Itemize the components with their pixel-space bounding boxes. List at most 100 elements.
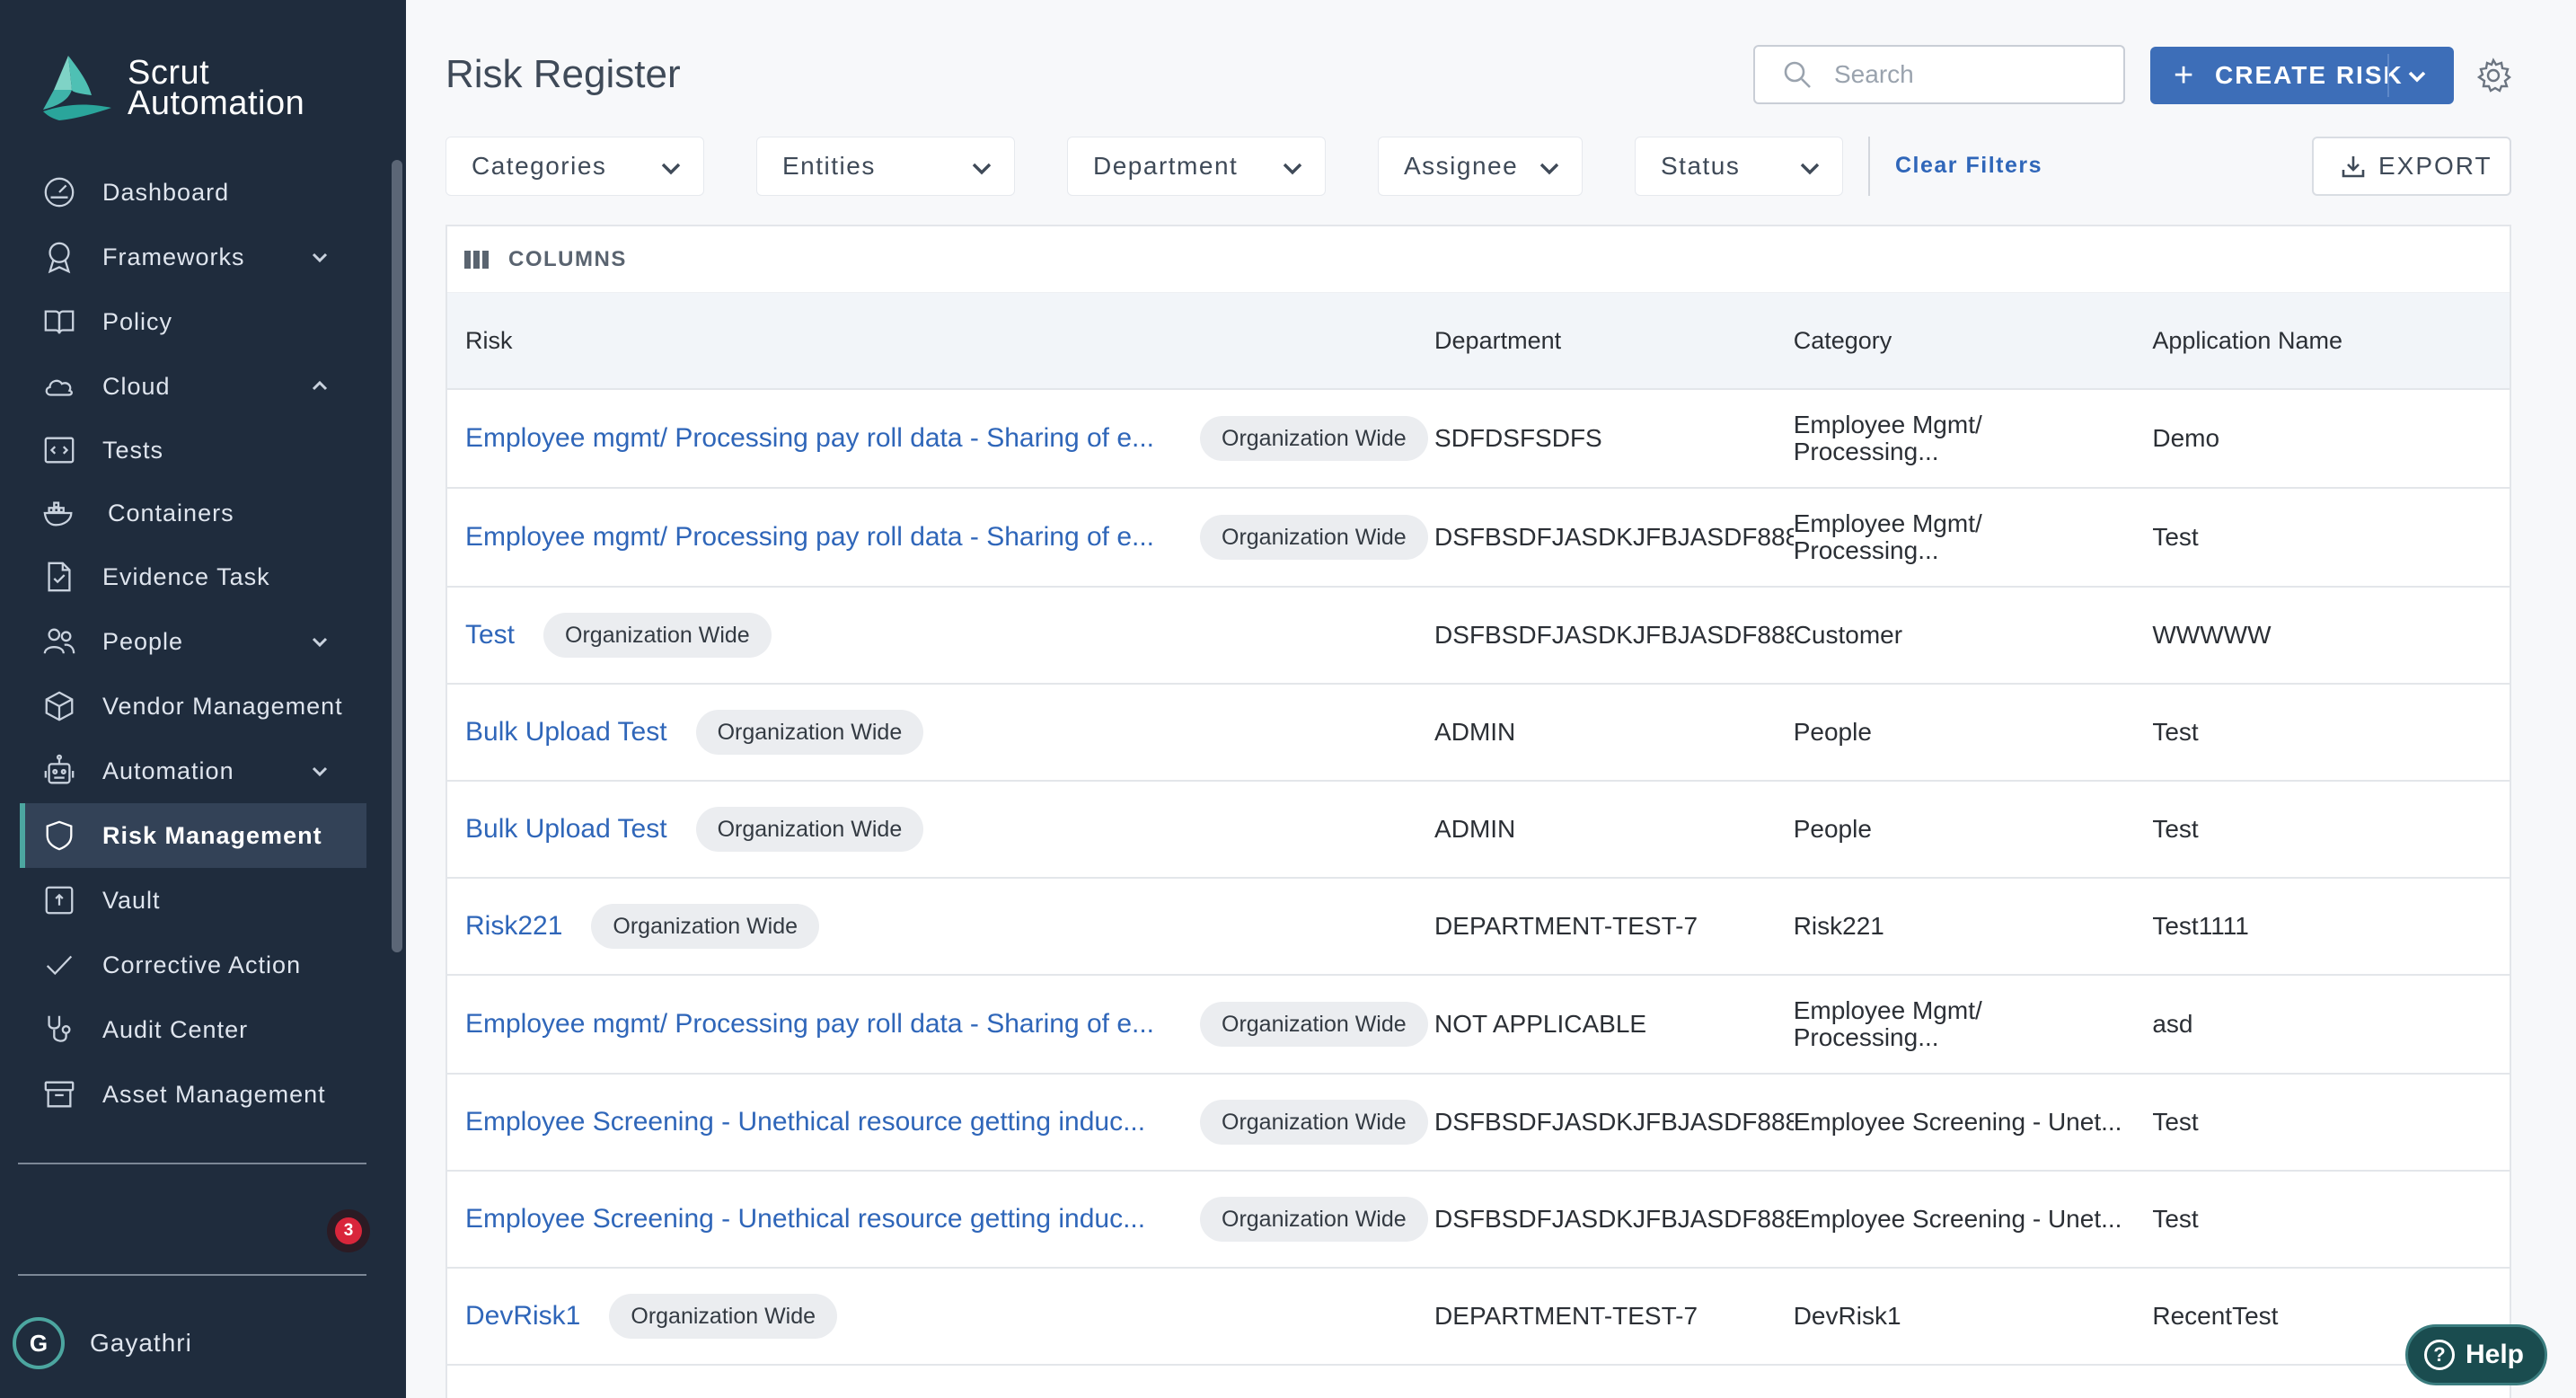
sidebar-item-vendor-management[interactable]: Vendor Management <box>20 674 366 739</box>
chevron-up-icon[interactable] <box>309 376 331 397</box>
sidebar-item-tests[interactable]: Tests <box>20 419 366 482</box>
user-profile[interactable]: G Gayathri <box>13 1317 192 1369</box>
docker-whale-icon <box>41 495 77 531</box>
filter-status[interactable]: Status <box>1635 137 1843 196</box>
sidebar-item-label: Automation <box>102 757 234 784</box>
document-check-icon <box>41 559 77 595</box>
cloud-icon <box>41 368 77 404</box>
avatar: G <box>13 1317 65 1369</box>
sidebar-item-evidence-task[interactable]: Evidence Task <box>20 544 366 609</box>
application-cell: Test <box>2152 1108 2199 1136</box>
risk-link[interactable]: Risk221 <box>465 911 562 942</box>
brand-line2: Automation <box>128 84 305 122</box>
sidebar-item-audit-center[interactable]: Audit Center <box>20 997 366 1062</box>
application-cell: asd <box>2152 1010 2193 1038</box>
sidebar-item-cloud[interactable]: Cloud <box>20 354 366 419</box>
category-cell: Employee Screening - Unet... <box>1793 1109 2122 1136</box>
table-row[interactable]: Risk221 Organization Wide DEPARTMENT-TEST… <box>447 879 2510 976</box>
application-cell: Test1111 <box>2152 912 2249 940</box>
search-box[interactable] <box>1753 45 2125 104</box>
chevron-down-icon[interactable] <box>2405 65 2429 88</box>
sidebar-item-label: Risk Management <box>102 821 322 849</box>
sidebar-item-label: Tests <box>102 436 164 464</box>
sidebar-divider <box>18 1163 366 1164</box>
clear-filters-link[interactable]: Clear Filters <box>1895 153 2042 179</box>
dashboard-gauge-icon <box>41 174 77 210</box>
sidebar-item-vault[interactable]: Vault <box>20 868 366 933</box>
column-header-department[interactable]: Department <box>1434 327 1794 355</box>
create-risk-button[interactable]: + CREATE RISK <box>2150 47 2454 104</box>
risk-link[interactable]: Employee mgmt/ Processing pay roll data … <box>465 1009 1169 1040</box>
risk-link[interactable]: DevRisk1 <box>465 1301 580 1332</box>
robot-icon <box>41 753 77 789</box>
category-cell: Customer <box>1793 622 1903 649</box>
sidebar-item-automation[interactable]: Automation <box>20 739 366 803</box>
question-icon: ? <box>2424 1340 2455 1370</box>
columns-toggle[interactable]: COLUMNS <box>447 226 2510 293</box>
column-header-category[interactable]: Category <box>1794 327 2153 354</box>
chevron-down-icon[interactable] <box>309 631 331 652</box>
gear-icon[interactable] <box>2475 58 2511 93</box>
sidebar-item-containers[interactable]: Containers <box>20 482 366 544</box>
sidebar-item-label: Asset Management <box>102 1080 326 1108</box>
help-button[interactable]: ? Help <box>2405 1324 2547 1385</box>
table-row[interactable]: Employee Screening - Unethical resource … <box>447 1172 2510 1269</box>
chevron-down-icon[interactable] <box>309 246 331 268</box>
sidebar-scrollbar[interactable] <box>392 160 402 952</box>
table-row[interactable]: DevRisk1 Organization Wide DEPARTMENT-TES… <box>447 1269 2510 1366</box>
vault-icon <box>41 882 77 918</box>
risk-link[interactable]: Employee mgmt/ Processing pay roll data … <box>465 522 1169 553</box>
search-icon <box>1784 61 1811 88</box>
book-icon <box>41 304 77 340</box>
export-button[interactable]: EXPORT <box>2312 137 2511 196</box>
filter-department[interactable]: Department <box>1067 137 1326 196</box>
sidebar-item-dashboard[interactable]: Dashboard <box>20 160 366 225</box>
export-label: EXPORT <box>2378 152 2492 180</box>
sidebar-item-corrective-action[interactable]: Corrective Action <box>20 933 366 997</box>
sidebar-item-label: People <box>102 627 184 655</box>
brand-logo[interactable]: Scrut Automation <box>41 54 304 122</box>
table-row[interactable]: Test Organization Wide DSFBSDFJASDKJFBJAS… <box>447 588 2510 685</box>
notification-count: 3 <box>335 1217 362 1244</box>
notification-badge[interactable]: 3 <box>327 1209 370 1252</box>
sidebar-nav: Dashboard Frameworks Policy Cloud Tests … <box>20 160 366 1127</box>
table-row[interactable]: Bulk Upload Test Organization Wide ADMIN … <box>447 685 2510 782</box>
page-title: Risk Register <box>446 52 681 96</box>
sidebar-item-label: Containers <box>108 499 234 526</box>
shield-icon <box>41 818 77 854</box>
column-header-application-name[interactable]: Application Name <box>2152 327 2510 355</box>
sidebar-item-policy[interactable]: Policy <box>20 289 366 354</box>
application-cell: Demo <box>2152 424 2220 452</box>
sidebar-item-asset-management[interactable]: Asset Management <box>20 1062 366 1127</box>
filter-categories[interactable]: Categories <box>446 137 704 196</box>
column-header-risk[interactable]: Risk <box>447 327 1434 355</box>
filter-divider <box>1868 137 1870 196</box>
risk-link[interactable]: Employee Screening - Unethical resource … <box>465 1204 1169 1234</box>
scope-chip: Organization Wide <box>695 807 924 852</box>
sidebar-item-label: Audit Center <box>102 1015 249 1043</box>
sidebar-item-people[interactable]: People <box>20 609 366 674</box>
filter-label: Status <box>1661 152 1741 180</box>
filter-assignee[interactable]: Assignee <box>1378 137 1583 196</box>
chevron-down-icon <box>969 155 994 181</box>
sidebar-item-frameworks[interactable]: Frameworks <box>20 225 366 289</box>
table-row[interactable]: Employee mgmt/ Processing pay roll data … <box>447 976 2510 1075</box>
risk-link[interactable]: Employee Screening - Unethical resource … <box>465 1107 1169 1137</box>
risk-link[interactable]: Bulk Upload Test <box>465 814 667 845</box>
risk-link[interactable]: Bulk Upload Test <box>465 717 667 748</box>
table-row[interactable]: Bulk Upload Test Organization Wide ADMIN … <box>447 782 2510 879</box>
table-row[interactable]: Employee Screening - Unethical resource … <box>447 1075 2510 1172</box>
sidebar-item-label: Cloud <box>102 372 171 400</box>
sidebar-item-risk-management[interactable]: Risk Management <box>20 803 366 868</box>
table-row[interactable]: Employee mgmt/ Processing pay roll data … <box>447 390 2510 489</box>
application-cell: Test <box>2152 815 2199 843</box>
risk-link[interactable]: Employee mgmt/ Processing pay roll data … <box>465 423 1169 454</box>
sidebar-item-label: Corrective Action <box>102 951 302 978</box>
risk-link[interactable]: Test <box>465 620 515 650</box>
chevron-down-icon[interactable] <box>309 760 331 782</box>
department-cell: ADMIN <box>1434 815 1516 843</box>
sidebar-item-label: Policy <box>102 307 173 335</box>
filter-entities[interactable]: Entities <box>756 137 1015 196</box>
table-row[interactable]: Employee mgmt/ Processing pay roll data … <box>447 489 2510 588</box>
search-input[interactable] <box>1834 60 2104 89</box>
